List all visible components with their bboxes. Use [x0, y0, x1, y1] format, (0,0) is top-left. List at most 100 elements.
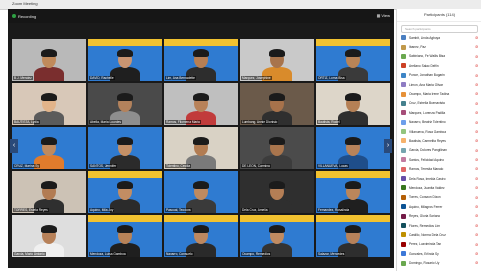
virtual-background-banner — [88, 171, 162, 178]
participant-list-item[interactable]: Castillo, Norma Dela Cruz ⊘ — [397, 230, 481, 239]
participant-list-item[interactable]: Ponce, Jonathan Bugarin ⊘ — [397, 71, 481, 80]
virtual-background-banner — [88, 39, 162, 46]
participant-name: Gonzales, Erlinda Sy — [409, 251, 439, 256]
muted-mic-icon[interactable]: ⊘ — [475, 251, 479, 256]
video-tile[interactable]: Ocampo, Remedios — [240, 215, 314, 257]
recording-indicator[interactable]: Recording — [12, 13, 36, 19]
participant-list-item[interactable]: Flores, Remedios Lim ⊘ — [397, 221, 481, 230]
video-tile[interactable]: Garcia, Mario Antonio — [12, 215, 86, 257]
next-page-arrow[interactable]: › — [384, 139, 392, 153]
participant-name-label: Navarro, Consuelo — [165, 251, 194, 256]
participant-name: Sabiniano, Fe Wallis Bisa — [409, 54, 446, 59]
muted-mic-icon[interactable]: ⊘ — [475, 110, 479, 115]
participant-list-item[interactable]: Ocampo, Maria Irene Tadina ⊘ — [397, 89, 481, 98]
muted-mic-icon[interactable]: ⊘ — [475, 138, 479, 143]
participant-list-item[interactable]: Domingo, Rosario Uy ⊘ — [397, 258, 481, 267]
muted-mic-icon[interactable]: ⊘ — [475, 44, 479, 49]
participant-hair — [41, 49, 57, 57]
muted-mic-icon[interactable]: ⊘ — [475, 63, 479, 68]
video-tile[interactable]: Fernandez, Rosalinda — [316, 171, 390, 213]
muted-mic-icon[interactable]: ⊘ — [475, 176, 479, 181]
video-tile[interactable]: Aquino, Mila Joy — [88, 171, 162, 213]
view-button[interactable]: ▦ View — [377, 13, 390, 18]
participant-list-item[interactable]: Mendoza, Juanita Valdez ⊘ — [397, 183, 481, 192]
video-tile[interactable]: BAUTISTA, Lydia — [12, 83, 86, 125]
participant-name-label: CRUZ, Marina Sy — [13, 163, 40, 168]
muted-mic-icon[interactable]: ⊘ — [475, 223, 479, 228]
participant-hair — [193, 225, 209, 233]
participant-list-item[interactable]: Bautista, Carmelita Reyes ⊘ — [397, 136, 481, 145]
video-tile[interactable]: ORTIZ, Lorna Bisa — [316, 39, 390, 81]
participant-list-item[interactable]: Dela Rosa, Imelda Castro ⊘ — [397, 174, 481, 183]
video-tile[interactable]: SANTOS, Jennifer — [88, 127, 162, 169]
participant-name-label: Garcia, Mario Antonio — [13, 251, 46, 256]
grid-view-icon: ▦ — [376, 13, 381, 18]
participant-search-input[interactable]: Search participants — [401, 25, 478, 33]
video-tile[interactable]: Mendoza, Luisa Gamboa — [88, 215, 162, 257]
muted-mic-icon[interactable]: ⊘ — [475, 54, 479, 59]
participant-list-item[interactable]: Limon, Ana Maria Olivar ⊘ — [397, 80, 481, 89]
participant-list-item[interactable]: Arellano Salac Delfin ⊘ — [397, 61, 481, 70]
video-tile[interactable]: Abella, Maria Lourdes — [88, 83, 162, 125]
video-tile[interactable]: Ramos, Filomena Maria — [164, 83, 238, 125]
muted-mic-icon[interactable]: ⊘ — [475, 91, 479, 96]
muted-mic-icon[interactable]: ⊘ — [475, 157, 479, 162]
avatar — [401, 138, 406, 144]
participant-list-item[interactable]: Reyes, Gloria Soriano ⊘ — [397, 211, 481, 220]
participant-name-label: DAVID, Rachelle — [89, 75, 115, 80]
muted-mic-icon[interactable]: ⊘ — [475, 148, 479, 153]
virtual-background-banner — [316, 215, 390, 222]
participant-list-item[interactable]: Cruz, Estrella Buenavista ⊘ — [397, 99, 481, 108]
video-tile[interactable]: TORRES, Estela Reyes — [12, 171, 86, 213]
muted-mic-icon[interactable]: ⊘ — [475, 101, 479, 106]
muted-mic-icon[interactable]: ⊘ — [475, 232, 479, 237]
video-tile[interactable]: DE LEON, Carmina — [240, 127, 314, 169]
muted-mic-icon[interactable]: ⊘ — [475, 204, 479, 209]
muted-mic-icon[interactable]: ⊘ — [475, 260, 479, 265]
participant-list-item[interactable]: Perez, Luzviminda Tan ⊘ — [397, 240, 481, 249]
video-tile[interactable]: Marquez, Josephine — [240, 39, 314, 81]
avatar — [401, 110, 406, 116]
participant-list-item[interactable]: Ibanez, Paz ⊘ — [397, 42, 481, 51]
participant-hair — [269, 181, 285, 189]
muted-mic-icon[interactable]: ⊘ — [475, 35, 479, 40]
video-tile[interactable]: Lumbang, Annie Dionisio — [240, 83, 314, 125]
video-tile[interactable]: Lim, Ana Bernadette — [164, 39, 238, 81]
video-tile[interactable]: Pascual, Teodora — [164, 171, 238, 213]
avatar — [401, 72, 406, 78]
participant-list-item[interactable]: Torres, Corazon Dizon ⊘ — [397, 193, 481, 202]
prev-page-arrow[interactable]: ‹ — [10, 139, 18, 153]
muted-mic-icon[interactable]: ⊘ — [475, 129, 479, 134]
muted-mic-icon[interactable]: ⊘ — [475, 185, 479, 190]
video-tile[interactable]: B.J. Mendez — [12, 39, 86, 81]
video-tile[interactable]: Dela Cruz, Amelia — [240, 171, 314, 213]
participant-list-item[interactable]: Sambit, Linda Agbuya ⊘ — [397, 33, 481, 42]
muted-mic-icon[interactable]: ⊘ — [475, 73, 479, 78]
muted-mic-icon[interactable]: ⊘ — [475, 213, 479, 218]
video-tile[interactable]: DAVID, Rachelle — [88, 39, 162, 81]
video-tile[interactable]: CRUZ, Marina Sy — [12, 127, 86, 169]
participant-list-item[interactable]: Sabiniano, Fe Wallis Bisa ⊘ — [397, 52, 481, 61]
video-tile[interactable]: VILLANUEVA, Lucas — [316, 127, 390, 169]
participant-list-item[interactable]: Santos, Felicidad Aquino ⊘ — [397, 155, 481, 164]
video-tile[interactable]: Bautista, Rodel — [316, 83, 390, 125]
participant-list-item[interactable]: Marquez, Lorenza Padilla ⊘ — [397, 108, 481, 117]
participant-name: Bautista, Carmelita Reyes — [409, 138, 446, 143]
participant-list-item[interactable]: Aquino, Milagros Ferrer ⊘ — [397, 202, 481, 211]
video-tile[interactable]: Tolentino, Cecilia — [164, 127, 238, 169]
muted-mic-icon[interactable]: ⊘ — [475, 82, 479, 87]
participant-list-item[interactable]: Garcia, Dolores Pangilinan ⊘ — [397, 146, 481, 155]
muted-mic-icon[interactable]: ⊘ — [475, 166, 479, 171]
participant-list-item[interactable]: Villanueva, Rosa Gamboa ⊘ — [397, 127, 481, 136]
participant-list-item[interactable]: Ramos, Teresita Manalo ⊘ — [397, 164, 481, 173]
muted-mic-icon[interactable]: ⊘ — [475, 195, 479, 200]
participant-list-item[interactable]: Navarro, Beatriz Tolentino ⊘ — [397, 118, 481, 127]
participant-list-item[interactable]: Gonzales, Erlinda Sy ⊘ — [397, 249, 481, 258]
participant-name-label: Mendoza, Luisa Gamboa — [89, 251, 127, 256]
muted-mic-icon[interactable]: ⊘ — [475, 120, 479, 125]
muted-mic-icon[interactable]: ⊘ — [475, 242, 479, 247]
avatar — [401, 82, 406, 88]
video-tile[interactable]: Navarro, Consuelo — [164, 215, 238, 257]
video-tile[interactable]: Salazar, Mercedes — [316, 215, 390, 257]
participant-body — [338, 111, 368, 125]
